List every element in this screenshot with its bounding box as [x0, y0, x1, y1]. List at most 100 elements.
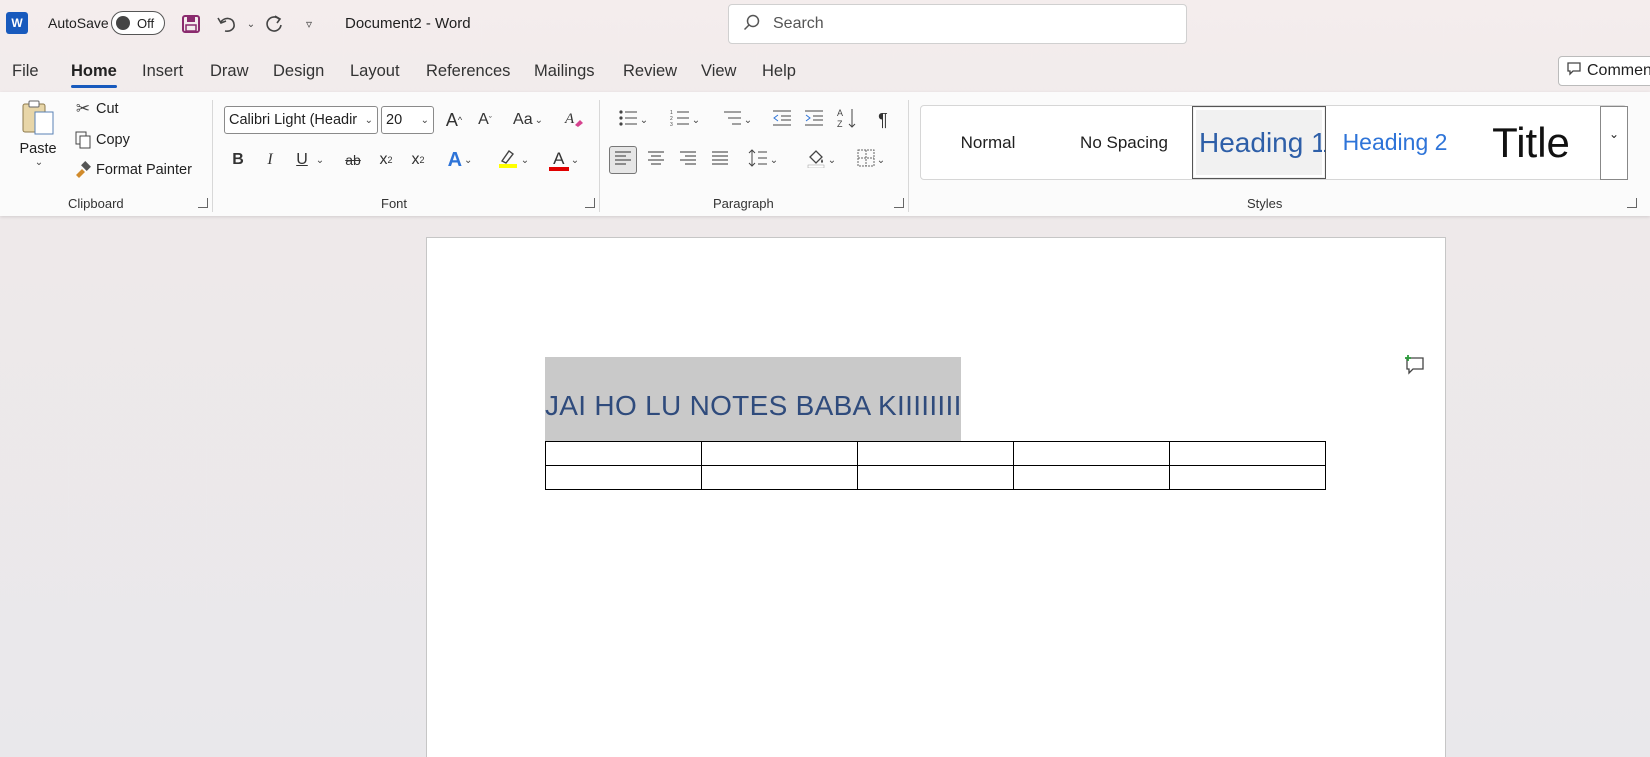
shrink-font-icon: A	[478, 111, 489, 128]
comments-button[interactable]: Commen	[1558, 56, 1650, 86]
align-center-button[interactable]	[642, 146, 670, 174]
borders-button[interactable]: ⌄	[850, 146, 892, 174]
paste-button[interactable]: Paste ⌄	[18, 98, 58, 176]
autosave-toggle[interactable]: Off	[111, 11, 165, 35]
copy-icon	[72, 129, 94, 151]
paint-bucket-icon	[806, 148, 826, 173]
borders-icon	[857, 149, 875, 172]
style-normal[interactable]: Normal	[921, 106, 1055, 179]
clear-formatting-icon: A	[564, 108, 584, 133]
clear-formatting-button[interactable]: A	[560, 106, 588, 134]
tab-insert[interactable]: Insert	[142, 62, 183, 81]
paragraph-group-label: Paragraph	[713, 196, 774, 211]
autosave-label: AutoSave	[48, 15, 109, 31]
search-box[interactable]: Search	[728, 4, 1187, 44]
justify-button[interactable]	[706, 146, 734, 174]
bullets-button[interactable]: ⌄	[612, 106, 654, 134]
ribbon: Paste ⌄ ✂ Cut Copy Format Painter Clipbo…	[0, 92, 1650, 216]
table-cell[interactable]	[545, 441, 702, 466]
styles-group-label: Styles	[1247, 196, 1283, 211]
undo-icon[interactable]	[214, 11, 240, 37]
tab-layout[interactable]: Layout	[350, 62, 400, 81]
highlight-color-button[interactable]: ⌄	[492, 146, 534, 174]
styles-launcher-icon[interactable]	[1627, 198, 1637, 208]
highlighter-icon	[497, 147, 519, 174]
save-icon[interactable]	[178, 11, 204, 37]
tab-references[interactable]: References	[426, 62, 510, 81]
font-color-button[interactable]: A ⌄	[544, 146, 584, 174]
font-name-dropdown[interactable]: Calibri Light (Headir ⌄	[224, 106, 378, 134]
tab-review[interactable]: Review	[623, 62, 677, 81]
strikethrough-button[interactable]: ab	[339, 146, 367, 174]
line-spacing-icon	[748, 148, 768, 172]
align-right-icon	[679, 150, 697, 171]
tab-view[interactable]: View	[701, 62, 736, 81]
tab-home[interactable]: Home	[71, 62, 117, 81]
document-heading[interactable]: JAI HO LU NOTES BABA KIIIIIIII	[545, 390, 962, 422]
table-cell[interactable]	[1013, 441, 1170, 466]
font-launcher-icon[interactable]	[585, 198, 595, 208]
align-left-icon	[614, 150, 632, 171]
tab-file[interactable]: File	[12, 62, 39, 81]
change-case-icon: Aa	[513, 111, 533, 128]
document-page[interactable]	[426, 237, 1446, 757]
style-title[interactable]: Title	[1464, 106, 1598, 179]
styles-gallery: Normal No Spacing Heading 1 Heading 2 Ti…	[920, 105, 1627, 180]
tab-draw[interactable]: Draw	[210, 62, 249, 81]
shading-button[interactable]: ⌄	[800, 146, 842, 174]
style-no-spacing[interactable]: No Spacing	[1057, 106, 1191, 179]
bold-button[interactable]: B	[224, 146, 252, 174]
subscript-button[interactable]: x2	[372, 146, 400, 174]
table-cell[interactable]	[857, 441, 1014, 466]
multilevel-list-button[interactable]: ⌄	[716, 106, 758, 134]
search-icon	[743, 14, 761, 35]
styles-more-icon[interactable]: ⌄	[1600, 106, 1628, 180]
font-color-icon: A	[548, 150, 569, 171]
comments-label: Commen	[1587, 62, 1650, 79]
grow-font-button[interactable]: A ^	[440, 106, 468, 134]
table-cell[interactable]	[1169, 441, 1326, 466]
change-case-button[interactable]: Aa ⌄	[507, 106, 549, 134]
increase-indent-icon	[804, 110, 824, 131]
clipboard-launcher-icon[interactable]	[198, 198, 208, 208]
align-left-button[interactable]	[609, 146, 637, 174]
align-right-button[interactable]	[674, 146, 702, 174]
table-cell[interactable]	[1013, 465, 1170, 490]
table-cell[interactable]	[857, 465, 1014, 490]
increase-indent-button[interactable]	[800, 106, 828, 134]
font-name-value: Calibri Light (Headir	[229, 112, 358, 128]
format-painter-button[interactable]: Format Painter	[72, 159, 192, 181]
decrease-indent-button[interactable]	[768, 106, 796, 134]
font-size-value: 20	[386, 112, 403, 128]
table-cell[interactable]	[701, 441, 858, 466]
table-cell[interactable]	[1169, 465, 1326, 490]
paragraph-launcher-icon[interactable]	[894, 198, 904, 208]
tab-mailings[interactable]: Mailings	[534, 62, 595, 81]
style-heading-1[interactable]: Heading 1	[1192, 106, 1326, 179]
new-comment-icon[interactable]	[1403, 355, 1425, 375]
shrink-font-button[interactable]: Aˇ	[471, 106, 499, 134]
superscript-button[interactable]: x2	[404, 146, 432, 174]
copy-button[interactable]: Copy	[72, 129, 130, 151]
paste-dropdown-icon[interactable]: ⌄	[20, 157, 58, 168]
line-spacing-button[interactable]: ⌄	[742, 146, 784, 174]
table-cell[interactable]	[701, 465, 858, 490]
tab-design[interactable]: Design	[273, 62, 324, 81]
font-size-dropdown[interactable]: 20 ⌄	[381, 106, 434, 134]
document-table[interactable]	[545, 441, 1326, 490]
cut-button[interactable]: ✂ Cut	[72, 98, 119, 120]
word-logo-icon: W	[6, 12, 28, 34]
redo-icon[interactable]	[261, 11, 287, 37]
format-painter-label: Format Painter	[96, 162, 192, 178]
text-effects-button[interactable]: A ⌄	[440, 146, 480, 174]
tab-help[interactable]: Help	[762, 62, 796, 81]
numbering-button[interactable]: 1 2 3 ⌄	[664, 106, 706, 134]
style-heading-2[interactable]: Heading 2	[1328, 106, 1462, 179]
customize-quick-access-icon[interactable]: ▿	[296, 11, 322, 37]
table-cell[interactable]	[545, 465, 702, 490]
italic-button[interactable]: I	[256, 146, 284, 174]
sort-button[interactable]: AZ	[834, 106, 862, 134]
show-formatting-marks-icon[interactable]: ¶	[869, 106, 897, 134]
paintbrush-icon	[72, 159, 94, 181]
underline-dropdown-icon[interactable]: ⌄	[312, 146, 326, 174]
